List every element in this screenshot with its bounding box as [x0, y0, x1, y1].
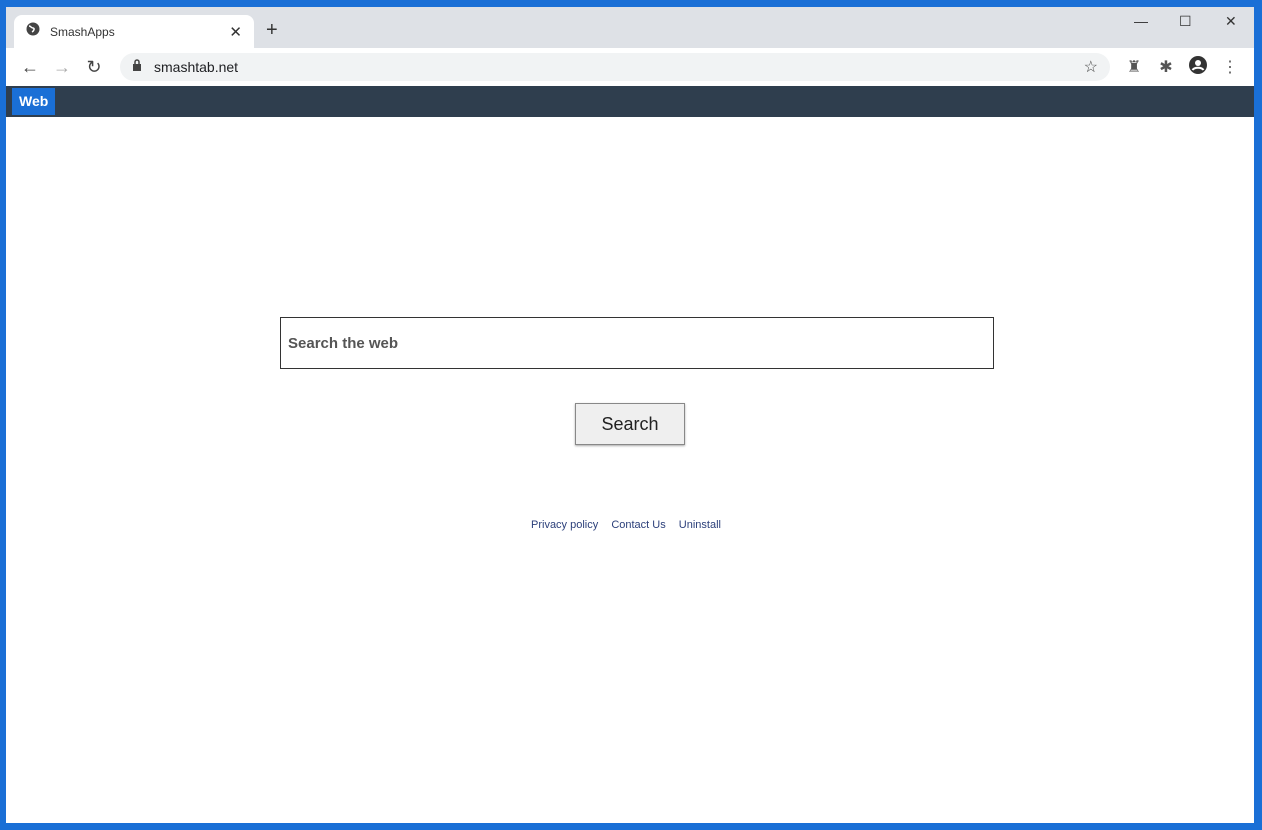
tab-title: SmashApps — [50, 24, 115, 39]
search-input[interactable] — [280, 317, 994, 369]
contact-us-link[interactable]: Contact Us — [611, 519, 665, 531]
globe-icon — [26, 22, 40, 41]
close-window-icon[interactable]: ✕ — [1225, 13, 1237, 30]
back-icon[interactable]: ← — [14, 57, 46, 78]
uninstall-link[interactable]: Uninstall — [679, 519, 721, 531]
tab-web[interactable]: Web — [12, 88, 56, 115]
star-icon[interactable]: ☆ — [1084, 57, 1098, 77]
new-tab-icon[interactable]: + — [266, 19, 278, 42]
reload-icon[interactable]: ↻ — [78, 57, 110, 78]
search-button[interactable]: Search — [575, 403, 685, 445]
browser-tab[interactable]: SmashApps ✕ — [14, 15, 254, 48]
menu-icon[interactable]: ⋮ — [1214, 57, 1246, 77]
minimize-icon[interactable]: — — [1134, 13, 1148, 29]
site-nav-bar: Web — [6, 86, 1254, 117]
footer-links: Privacy policy Contact Us Uninstall — [6, 519, 1246, 531]
browser-toolbar: ← → ↻ smashtab.net ☆ ♜ ✱ ⋮ — [6, 48, 1254, 86]
puzzle-icon[interactable]: ✱ — [1150, 57, 1182, 77]
extension-app-icon[interactable]: ♜ — [1118, 57, 1150, 77]
tab-strip: SmashApps ✕ + — ☐ ✕ — [6, 7, 1254, 48]
privacy-policy-link[interactable]: Privacy policy — [531, 519, 598, 531]
lock-icon — [132, 58, 142, 76]
maximize-icon[interactable]: ☐ — [1179, 13, 1192, 30]
browser-window: SmashApps ✕ + — ☐ ✕ ← → ↻ smashtab.net ☆… — [6, 7, 1254, 823]
forward-icon[interactable]: → — [46, 57, 78, 78]
url-text: smashtab.net — [154, 59, 239, 75]
address-bar[interactable]: smashtab.net ☆ — [120, 53, 1110, 81]
profile-icon[interactable] — [1182, 55, 1214, 79]
close-tab-icon[interactable]: ✕ — [229, 23, 242, 41]
